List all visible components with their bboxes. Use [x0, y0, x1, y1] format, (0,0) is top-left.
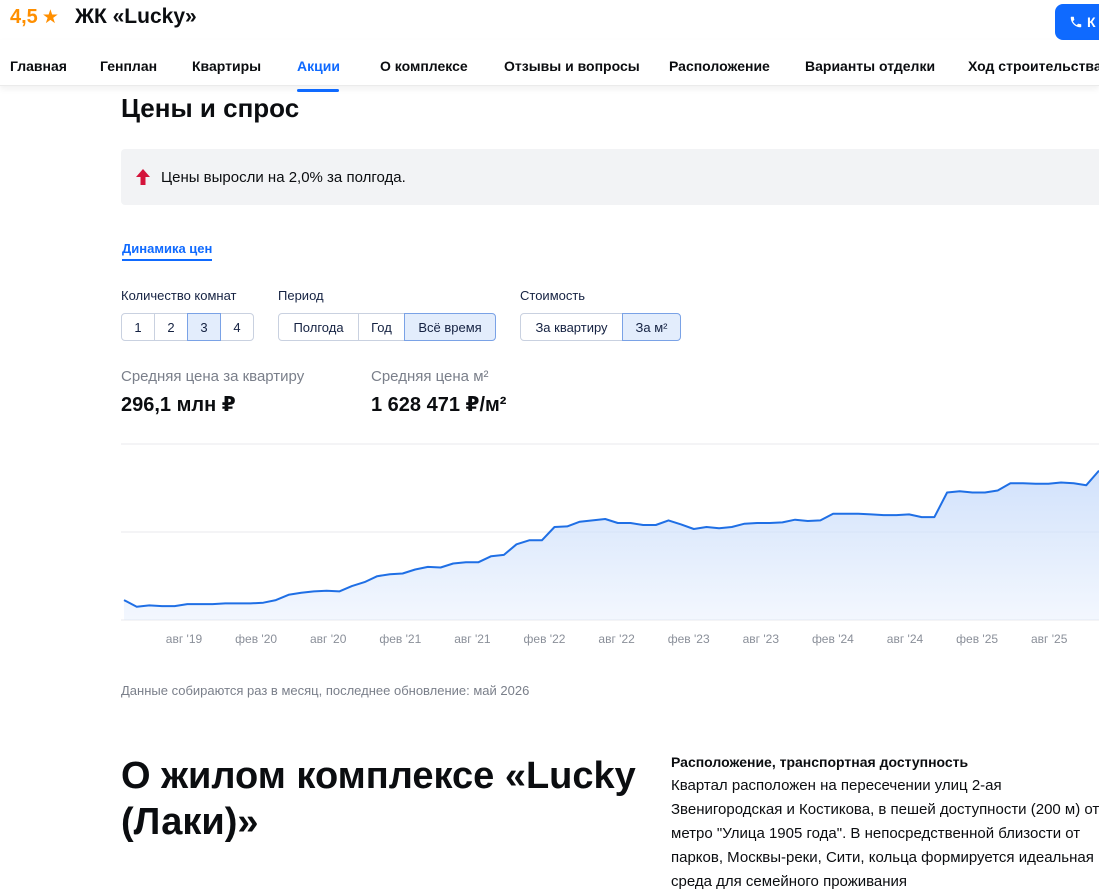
cost-option-per-flat[interactable]: За квартиру: [520, 313, 623, 341]
tab-price-dynamics[interactable]: Динамика цен: [122, 241, 213, 261]
x-tick-label: фев '20: [235, 632, 277, 646]
top-bar: 4,5 ★ ЖК «Lucky» К: [0, 0, 1099, 40]
period-filter-label: Период: [278, 288, 324, 303]
cost-option-per-sqm[interactable]: За м²: [622, 313, 681, 341]
x-tick-label: авг '24: [887, 632, 924, 646]
x-tick-label: фев '25: [956, 632, 998, 646]
avg-flat-price-label: Средняя цена за квартиру: [121, 368, 305, 385]
rooms-filter: 1 2 3 4: [121, 313, 254, 341]
x-tick-label: фев '23: [668, 632, 710, 646]
rating: 4,5 ★: [10, 6, 59, 29]
price-area: [124, 470, 1099, 620]
notice-text: Цены выросли на 2,0% за полгода.: [161, 169, 406, 186]
active-tab-indicator: [297, 89, 339, 92]
nav-item-promotions[interactable]: Акции: [297, 58, 340, 74]
x-tick-label: фев '24: [812, 632, 854, 646]
nav-item-finishing[interactable]: Варианты отделки: [805, 58, 935, 74]
x-tick-label: авг '20: [310, 632, 347, 646]
price-change-notice: Цены выросли на 2,0% за полгода.: [121, 149, 1099, 205]
about-heading: О жилом комплексе «Lucky (Лаки)»: [121, 755, 636, 843]
section-nav: Главная Генплан Квартиры Акции О комплек…: [0, 40, 1099, 92]
nav-item-location[interactable]: Расположение: [669, 58, 770, 74]
avg-sqm-price-value: 1 628 471 ₽/м²: [371, 394, 507, 416]
x-tick-label: авг '25: [1031, 632, 1068, 646]
rooms-filter-label: Количество комнат: [121, 288, 237, 303]
rating-value: 4,5: [10, 6, 38, 28]
nav-item-main[interactable]: Главная: [10, 58, 67, 74]
nav-item-reviews[interactable]: Отзывы и вопросы: [504, 58, 640, 74]
period-option-half-year[interactable]: Полгода: [278, 313, 359, 341]
update-note: Данные собираются раз в месяц, последнее…: [121, 683, 530, 698]
prices-heading: Цены и спрос: [121, 93, 300, 123]
price-chart: авг '19 фев '20 авг '20 фев '21 авг '21 фев '…: [121, 443, 1099, 646]
period-option-all-time[interactable]: Всё время: [404, 313, 496, 341]
x-tick-label: авг '19: [166, 632, 203, 646]
cost-filter-label: Стоимость: [520, 288, 586, 303]
nav-item-apartments[interactable]: Квартиры: [192, 58, 261, 74]
period-option-year[interactable]: Год: [358, 313, 405, 341]
location-title: Расположение, транспортная доступность: [671, 754, 969, 770]
rooms-option-3[interactable]: 3: [187, 313, 221, 341]
x-tick-label: авг '23: [743, 632, 780, 646]
x-tick-label: фев '22: [524, 632, 566, 646]
nav-item-genplan[interactable]: Генплан: [100, 58, 157, 74]
rooms-option-4[interactable]: 4: [220, 313, 254, 341]
page-title: ЖК «Lucky»: [75, 5, 197, 28]
rooms-option-1[interactable]: 1: [121, 313, 155, 341]
nav-item-construction[interactable]: Ход строительства: [968, 58, 1099, 74]
rooms-option-2[interactable]: 2: [154, 313, 188, 341]
x-tick-label: авг '21: [454, 632, 491, 646]
avg-flat-price-value: 296,1 млн ₽: [121, 394, 236, 416]
call-button[interactable]: К: [1055, 4, 1099, 40]
x-tick-label: фев '21: [379, 632, 421, 646]
arrow-up-icon: [136, 169, 150, 185]
star-icon: ★: [41, 7, 59, 28]
avg-sqm-price-label: Средняя цена м²: [371, 368, 489, 385]
cost-filter: За квартиру За м²: [520, 313, 681, 341]
location-text: Квартал расположен на пересечении улиц 2…: [671, 777, 1099, 890]
phone-icon: [1070, 16, 1082, 28]
x-tick-label: авг '22: [598, 632, 635, 646]
call-button-label: К: [1087, 14, 1096, 30]
period-filter: Полгода Год Всё время: [278, 313, 496, 341]
nav-item-about[interactable]: О комплексе: [380, 58, 468, 74]
